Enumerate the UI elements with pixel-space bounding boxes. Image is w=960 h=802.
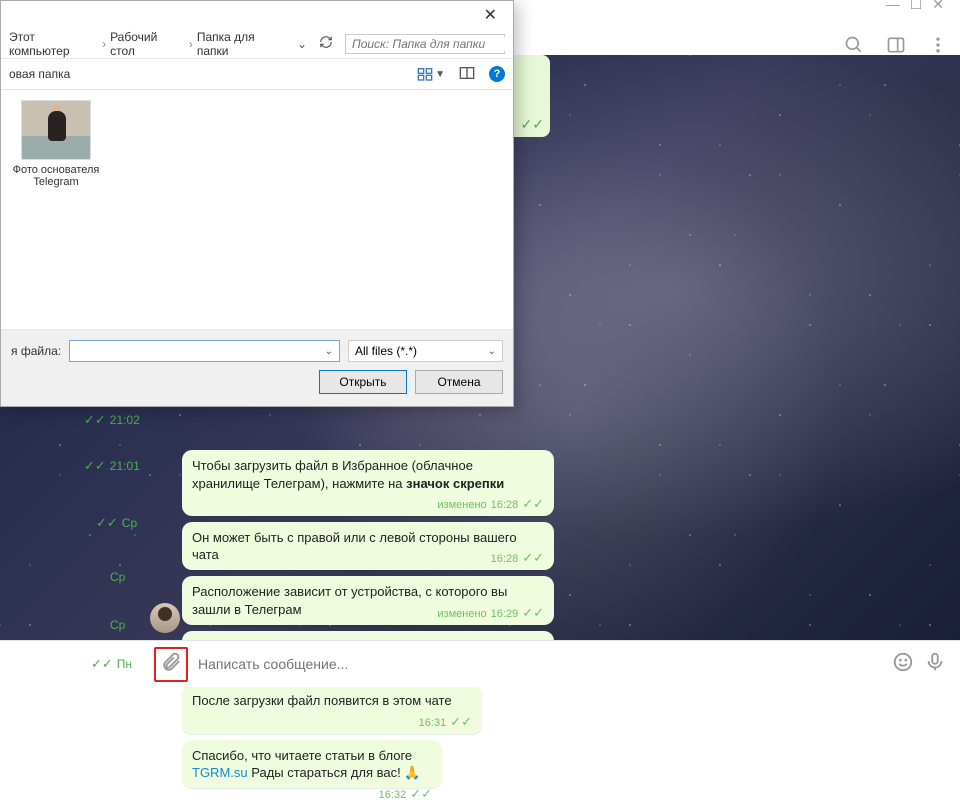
date-marker: Ср bbox=[110, 570, 125, 584]
filetype-value: All files (*.*) bbox=[355, 344, 417, 358]
message-list: Чтобы загрузить файл в Избранное (облачн… bbox=[182, 450, 564, 799]
thumbnails-icon bbox=[417, 67, 433, 81]
date-marker: ✓✓21:01 bbox=[84, 458, 140, 474]
date-marker: ✓✓21:02 bbox=[84, 412, 140, 428]
date-marker: ✓✓Пн bbox=[0, 640, 140, 687]
date-marker: ✓✓Ср bbox=[96, 515, 137, 531]
help-button[interactable]: ? bbox=[489, 66, 505, 82]
filename-label: я файла: bbox=[11, 344, 61, 358]
read-ticks-icon: ✓✓ bbox=[522, 549, 544, 567]
message-bubble[interactable]: Расположение зависит от устройства, с ко… bbox=[182, 576, 554, 624]
breadcrumb-part[interactable]: Папка для папки bbox=[197, 30, 289, 58]
read-ticks-icon: ✓✓ bbox=[521, 116, 544, 133]
message-time: 16:28 bbox=[491, 498, 519, 513]
smile-icon bbox=[892, 651, 914, 673]
edited-label: изменено bbox=[437, 498, 486, 513]
message-bubble[interactable]: Он может быть с правой или с левой сторо… bbox=[182, 522, 554, 570]
breadcrumb-part[interactable]: Рабочий стол bbox=[110, 30, 185, 58]
message-time: 16:28 bbox=[491, 552, 519, 567]
win-minimize[interactable]: — bbox=[886, 0, 900, 13]
message-bubble[interactable]: Спасибо, что читаете статьи в блоге TGRM… bbox=[182, 740, 442, 788]
paperclip-icon bbox=[160, 651, 182, 673]
message-text: Рады стараться для вас! 🙏 bbox=[248, 765, 421, 780]
win-maximize[interactable]: ☐ bbox=[910, 0, 923, 13]
breadcrumb-part[interactable]: Этот компьютер bbox=[9, 30, 98, 58]
partial-message: ✓✓ bbox=[510, 55, 550, 137]
read-ticks-icon: ✓✓ bbox=[522, 604, 544, 622]
message-time: 16:31 bbox=[419, 716, 447, 731]
message-bubble[interactable]: Чтобы загрузить файл в Избранное (облачн… bbox=[182, 450, 554, 516]
file-list[interactable]: Фото основателя Telegram bbox=[1, 89, 513, 329]
file-item[interactable]: Фото основателя Telegram bbox=[11, 100, 101, 188]
message-text: Он может быть с правой или с левой сторо… bbox=[192, 530, 517, 563]
date-marker: Ср bbox=[110, 618, 125, 632]
dialog-search[interactable] bbox=[345, 34, 505, 54]
file-name-label: Фото основателя Telegram bbox=[11, 164, 101, 188]
avatar[interactable] bbox=[150, 603, 180, 633]
search-input[interactable] bbox=[352, 37, 509, 51]
message-time: 16:32 bbox=[379, 788, 407, 802]
message-link[interactable]: TGRM.su bbox=[192, 765, 248, 780]
new-folder-button[interactable]: овая папка bbox=[9, 67, 70, 81]
win-close[interactable]: ✕ bbox=[932, 0, 944, 13]
voice-button[interactable] bbox=[924, 651, 946, 678]
breadcrumb[interactable]: Этот компьютер › Рабочий стол › Папка дл… bbox=[9, 30, 307, 58]
message-bold: значок скрепки bbox=[406, 476, 504, 491]
chevron-down-icon: ⌄ bbox=[488, 346, 496, 357]
file-thumbnail bbox=[21, 100, 91, 160]
message-time: 16:29 bbox=[491, 607, 519, 622]
refresh-icon bbox=[319, 35, 333, 49]
view-mode-button[interactable]: ▼ bbox=[417, 67, 445, 81]
message-text: Спасибо, что читаете статьи в блоге bbox=[192, 748, 412, 763]
filename-input[interactable]: ⌄ bbox=[69, 340, 340, 362]
read-ticks-icon: ✓✓ bbox=[450, 713, 472, 731]
chevron-down-icon[interactable]: ⌄ bbox=[297, 37, 307, 51]
file-open-dialog: ✕ Этот компьютер › Рабочий стол › Папка … bbox=[0, 0, 514, 407]
chevron-right-icon: › bbox=[189, 37, 193, 51]
microphone-icon bbox=[924, 651, 946, 673]
preview-pane-button[interactable] bbox=[459, 66, 475, 83]
preview-icon bbox=[459, 66, 475, 80]
chevron-right-icon: › bbox=[102, 37, 106, 51]
read-ticks-icon: ✓✓ bbox=[522, 495, 544, 513]
read-ticks-icon: ✓✓ bbox=[410, 785, 432, 802]
message-text: После загрузки файл появится в этом чате bbox=[192, 693, 452, 708]
filetype-select[interactable]: All files (*.*) ⌄ bbox=[348, 340, 503, 362]
edited-label: изменено bbox=[437, 607, 486, 622]
open-button[interactable]: Открыть bbox=[319, 370, 407, 394]
message-input[interactable] bbox=[198, 656, 882, 672]
cancel-button[interactable]: Отмена bbox=[415, 370, 503, 394]
refresh-button[interactable] bbox=[313, 35, 339, 52]
message-input-bar bbox=[140, 640, 960, 687]
emoji-button[interactable] bbox=[892, 651, 914, 678]
dialog-close-button[interactable]: ✕ bbox=[476, 3, 505, 27]
message-bubble[interactable]: После загрузки файл появится в этом чате… bbox=[182, 685, 482, 733]
attach-button[interactable] bbox=[154, 647, 188, 682]
